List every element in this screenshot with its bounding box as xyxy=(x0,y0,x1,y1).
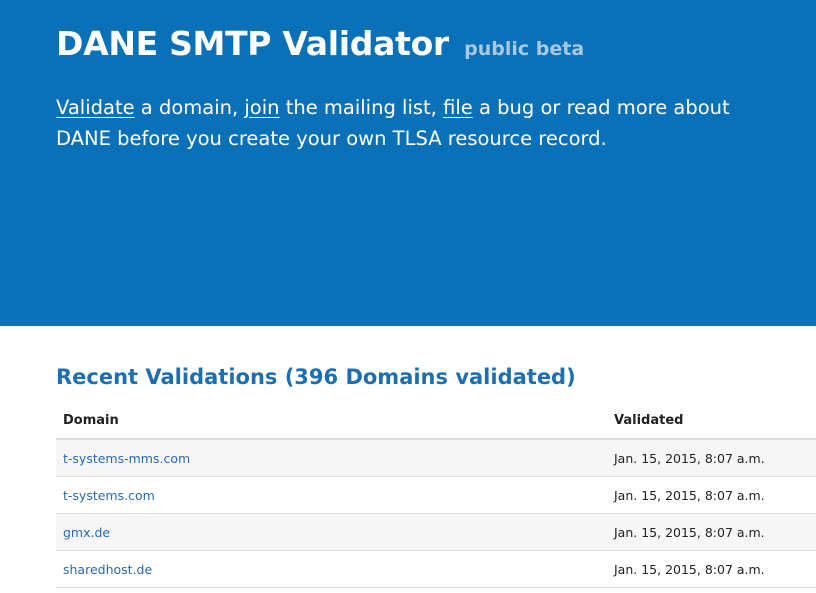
domain-cell: gmx.de xyxy=(56,513,607,551)
join-mailing-list-link[interactable]: join xyxy=(244,96,279,119)
domain-cell: t-systems.com xyxy=(56,476,607,514)
validated-cell: Jan. 15, 2015, 8:07 a.m. xyxy=(607,439,816,477)
validate-link[interactable]: Validate xyxy=(56,96,135,119)
column-header-domain: Domain xyxy=(56,402,607,440)
recent-validations-title: Recent Validations (396 Domains validate… xyxy=(56,365,576,389)
table-header-row: Domain Validated xyxy=(56,402,816,440)
validated-cell: Jan. 15, 2015, 8:07 a.m. xyxy=(607,513,816,551)
domain-link[interactable]: sharedhost.de xyxy=(63,562,152,577)
intro-text-part-2: the mailing list, xyxy=(279,96,444,119)
intro-text: Validate a domain, join the mailing list… xyxy=(56,92,756,154)
table-row: sharedhost.de Jan. 15, 2015, 8:07 a.m. xyxy=(56,550,816,588)
table-row: gmx.de Jan. 15, 2015, 8:07 a.m. xyxy=(56,513,816,551)
intro-text-part-1: a domain, xyxy=(134,96,245,119)
domain-cell: t-systems-mms.com xyxy=(56,439,607,477)
file-bug-link[interactable]: file xyxy=(443,96,473,119)
column-header-validated: Validated xyxy=(607,402,816,440)
page-title: DANE SMTP Validator public beta xyxy=(56,22,584,71)
beta-badge: public beta xyxy=(464,38,585,60)
domain-link[interactable]: t-systems-mms.com xyxy=(63,451,190,466)
domain-cell: sharedhost.de xyxy=(56,550,607,588)
recent-validations-section: Recent Validations (396 Domains validate… xyxy=(56,362,816,588)
validated-cell: Jan. 15, 2015, 8:07 a.m. xyxy=(607,550,816,588)
page-title-text: DANE SMTP Validator xyxy=(56,24,449,63)
hero-banner: DANE SMTP Validator public beta Validate… xyxy=(0,0,816,326)
table-row: t-systems.com Jan. 15, 2015, 8:07 a.m. xyxy=(56,476,816,514)
validated-cell: Jan. 15, 2015, 8:07 a.m. xyxy=(607,476,816,514)
domain-link[interactable]: t-systems.com xyxy=(63,488,155,503)
domain-link[interactable]: gmx.de xyxy=(63,525,110,540)
table-row: t-systems-mms.com Jan. 15, 2015, 8:07 a.… xyxy=(56,439,816,477)
validations-table: Domain Validated t-systems-mms.com Jan. … xyxy=(56,402,816,588)
